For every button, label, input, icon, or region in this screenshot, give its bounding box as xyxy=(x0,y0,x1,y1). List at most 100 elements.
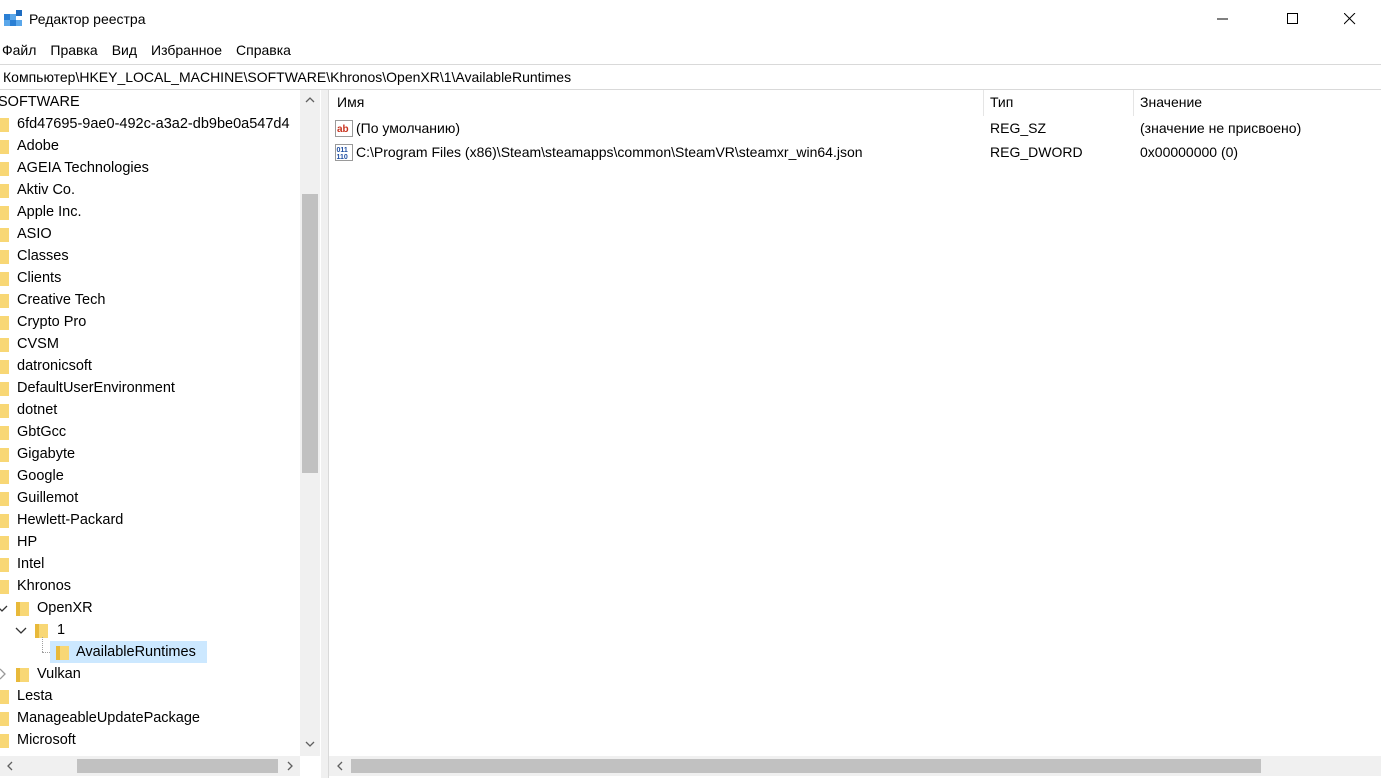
folder-icon xyxy=(0,712,9,726)
folder-icon xyxy=(35,624,48,638)
tree-item-label: Adobe xyxy=(17,138,59,154)
folder-icon xyxy=(0,734,9,748)
table-row[interactable]: ab (По умолчанию) REG_SZ (значение не пр… xyxy=(329,117,1381,141)
scroll-down-arrow-icon[interactable] xyxy=(302,736,318,752)
window-title: Редактор реестра xyxy=(29,11,146,27)
tree-vertical-scroll-thumb[interactable] xyxy=(302,194,318,473)
folder-icon xyxy=(0,250,9,264)
menu-view[interactable]: Вид xyxy=(109,38,144,62)
folder-icon xyxy=(0,492,9,506)
folder-icon xyxy=(0,536,9,550)
tree-item-label: ASIO xyxy=(17,226,52,242)
folder-icon xyxy=(0,118,9,132)
minimize-icon xyxy=(1217,18,1228,20)
tree-item-label: SOFTWARE xyxy=(0,94,80,110)
folder-icon xyxy=(0,316,9,330)
folder-icon xyxy=(56,646,69,660)
value-type: REG_DWORD xyxy=(990,144,1083,160)
svg-text:ab: ab xyxy=(337,124,349,135)
folder-icon xyxy=(0,580,9,594)
regedit-icon xyxy=(4,10,22,26)
scroll-left-arrow-icon[interactable] xyxy=(332,758,348,774)
minimize-button[interactable] xyxy=(1200,0,1246,38)
key-tree[interactable]: SOFTWARE 6fd47695-9ae0-492c-a3a2-db9be0a… xyxy=(0,90,322,778)
folder-icon xyxy=(0,360,9,374)
column-divider[interactable] xyxy=(1133,90,1134,116)
folder-icon xyxy=(0,426,9,440)
tree-item-label: CVSM xyxy=(17,336,59,352)
tree-item-label: Classes xyxy=(17,248,69,264)
values-list[interactable]: Имя Тип Значение ab (По умолчанию) REG_S… xyxy=(328,90,1381,778)
tree-horizontal-scroll-thumb[interactable] xyxy=(77,759,278,773)
folder-icon xyxy=(0,338,9,352)
folder-icon xyxy=(0,404,9,418)
tree-item-label: Lesta xyxy=(17,688,53,704)
folder-icon xyxy=(0,228,9,242)
tree-item-label: Vulkan xyxy=(37,666,81,682)
scroll-up-arrow-icon[interactable] xyxy=(302,92,318,108)
tree-item-label: HP xyxy=(17,534,38,550)
folder-icon xyxy=(0,294,9,308)
chevron-right-icon[interactable] xyxy=(0,668,8,680)
tree-item-label: AvailableRuntimes xyxy=(50,641,207,663)
value-data: (значение не присвоено) xyxy=(1140,120,1302,136)
svg-text:011: 011 xyxy=(337,147,348,154)
value-data: 0x00000000 (0) xyxy=(1140,144,1239,160)
folder-icon xyxy=(0,272,9,286)
pane-splitter[interactable] xyxy=(321,90,328,778)
folder-icon xyxy=(0,470,9,484)
tree-item-label: 1 xyxy=(57,622,66,638)
tree-item-label: dotnet xyxy=(17,402,58,418)
tree-item-label: Clients xyxy=(17,270,62,286)
folder-icon xyxy=(16,668,29,682)
tree-item-label: Hewlett-Packard xyxy=(17,512,124,528)
column-divider[interactable] xyxy=(983,90,984,116)
folder-icon xyxy=(16,602,29,616)
value-name: C:\Program Files (x86)\Steam\steamapps\c… xyxy=(356,144,863,160)
close-icon xyxy=(1344,13,1356,25)
column-header-type[interactable]: Тип xyxy=(990,94,1013,110)
title-bar[interactable]: Редактор реестра xyxy=(0,0,1381,38)
string-value-icon: ab xyxy=(335,120,353,137)
tree-vertical-scrollbar[interactable] xyxy=(300,90,320,756)
scroll-left-arrow-icon[interactable] xyxy=(2,758,18,774)
address-bar[interactable]: Компьютер\HKEY_LOCAL_MACHINE\SOFTWARE\Kh… xyxy=(0,64,1381,90)
chevron-down-icon[interactable] xyxy=(0,602,8,614)
tree-item-label: DefaultUserEnvironment xyxy=(17,380,175,396)
tree-item-label: AGEIA Technologies xyxy=(17,160,149,176)
tree-item-label: Microsoft xyxy=(17,732,76,748)
chevron-down-icon[interactable] xyxy=(15,624,27,636)
folder-icon xyxy=(0,206,9,220)
tree-item-label: Guillemot xyxy=(17,490,79,506)
value-type: REG_SZ xyxy=(990,120,1047,136)
tree-item-label: OpenXR xyxy=(37,600,93,616)
maximize-icon xyxy=(1287,13,1298,24)
close-button[interactable] xyxy=(1327,0,1373,38)
folder-icon xyxy=(0,558,9,572)
folder-icon xyxy=(0,514,9,528)
value-name: (По умолчанию) xyxy=(356,120,461,136)
tree-item-label: Apple Inc. xyxy=(17,204,82,220)
maximize-button[interactable] xyxy=(1270,0,1316,38)
menu-help[interactable]: Справка xyxy=(233,38,298,62)
tree-item-label: GbtGcc xyxy=(17,424,67,440)
table-row[interactable]: 011 110 C:\Program Files (x86)\Steam\ste… xyxy=(329,141,1381,165)
tree-item-label: Crypto Pro xyxy=(17,314,87,330)
tree-item-label: ManageableUpdatePackage xyxy=(17,710,200,726)
folder-icon xyxy=(0,184,9,198)
menu-file[interactable]: Файл xyxy=(0,38,43,62)
list-horizontal-scrollbar[interactable] xyxy=(329,756,1381,776)
tree-item-label: Google xyxy=(17,468,64,484)
tree-item-label: Intel xyxy=(17,556,45,572)
list-horizontal-scroll-thumb[interactable] xyxy=(351,759,1261,773)
folder-icon xyxy=(0,382,9,396)
tree-item-label: Aktiv Co. xyxy=(17,182,76,198)
menu-favorites[interactable]: Избранное xyxy=(148,38,229,62)
address-path[interactable]: Компьютер\HKEY_LOCAL_MACHINE\SOFTWARE\Kh… xyxy=(3,69,571,85)
column-header-value[interactable]: Значение xyxy=(1140,94,1202,110)
tree-horizontal-scrollbar[interactable] xyxy=(0,756,300,776)
scroll-right-arrow-icon[interactable] xyxy=(282,758,298,774)
tree-item-label: datronicsoft xyxy=(17,358,92,374)
menu-edit[interactable]: Правка xyxy=(47,38,104,62)
column-header-name[interactable]: Имя xyxy=(337,94,364,110)
